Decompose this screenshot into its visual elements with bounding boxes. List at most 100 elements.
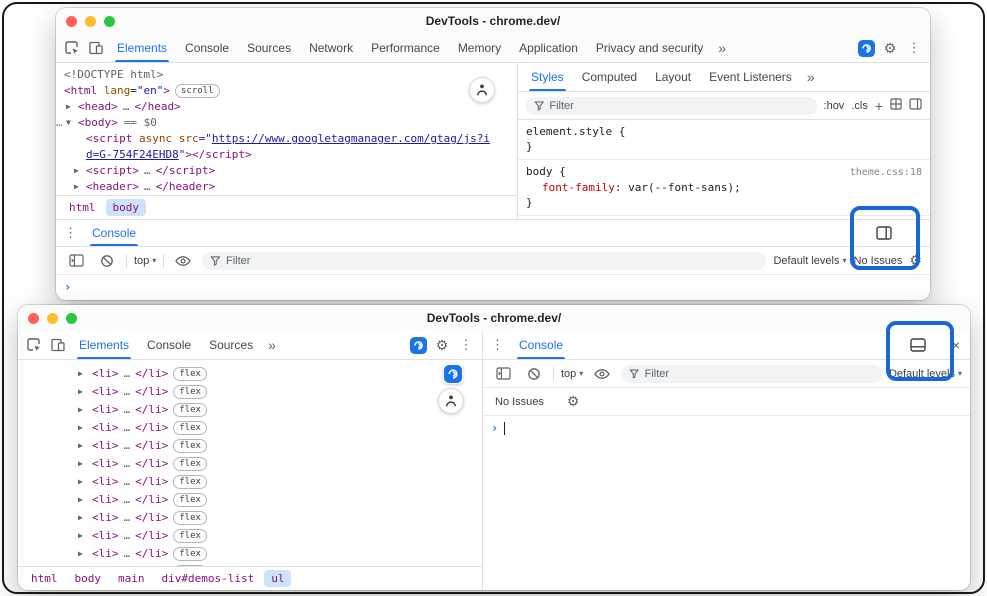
more-tabs-icon[interactable]: » — [262, 337, 282, 353]
tab-memory[interactable]: Memory — [449, 34, 510, 62]
context-selector[interactable]: top▾ — [561, 368, 583, 380]
expand-arrow-icon[interactable]: ▶ — [78, 509, 92, 527]
breadcrumb-html[interactable]: html — [62, 199, 103, 216]
tab-console[interactable]: Console — [138, 331, 200, 359]
tree-line-script[interactable]: ▶<script>…</script> — [56, 163, 517, 179]
collapsed-content-ellipsis[interactable]: … — [124, 547, 131, 560]
collapsed-content-ellipsis[interactable]: … — [124, 403, 131, 416]
breadcrumb-body[interactable]: body — [68, 570, 109, 587]
collapsed-content-ellipsis[interactable]: … — [144, 164, 151, 177]
accessibility-icon[interactable] — [438, 388, 464, 414]
issues-counter[interactable]: No Issues — [854, 255, 903, 267]
flex-badge[interactable]: flex — [173, 529, 207, 543]
script-src-link[interactable]: https://www.googletagmanager.com/gtag/js… — [212, 132, 490, 145]
drawer-overflow-menu-icon[interactable]: ⋮ — [64, 225, 77, 241]
tree-line-li[interactable]: ▶<li>…</li>flex — [18, 383, 482, 401]
breadcrumb-main[interactable]: main — [111, 570, 152, 587]
collapsed-content-ellipsis[interactable]: … — [124, 439, 131, 452]
more-tabs-icon[interactable]: » — [712, 40, 732, 56]
css-property-name[interactable]: font-family — [542, 181, 615, 194]
tab-console-drawer[interactable]: Console — [83, 220, 145, 246]
expand-arrow-icon[interactable]: ▶ — [66, 99, 78, 115]
inspect-icon[interactable] — [60, 36, 84, 60]
expand-arrow-icon[interactable]: ▶ — [78, 419, 92, 437]
tree-line-li[interactable]: ▶<li>…</li>flex — [18, 491, 482, 509]
overflow-menu-icon[interactable]: ⋮ — [902, 36, 926, 60]
scroll-badge[interactable]: scroll — [175, 84, 220, 98]
expand-arrow-icon[interactable]: ▶ — [78, 545, 92, 563]
grid-editor-icon[interactable] — [890, 97, 902, 115]
collapse-arrow-icon[interactable]: ▼ — [66, 115, 78, 131]
expand-arrow-icon[interactable]: ▶ — [78, 491, 92, 509]
tree-line-body[interactable]: …▼<body>== $0 — [56, 115, 517, 131]
expand-arrow-icon[interactable]: ▶ — [78, 383, 92, 401]
devtools-logo-icon[interactable] — [406, 333, 430, 357]
device-toolbar-icon[interactable] — [84, 36, 108, 60]
element-state-button[interactable]: :hov — [824, 100, 845, 112]
css-property-value[interactable]: : var(--font-sans); — [615, 181, 741, 194]
panel-overflow-menu-icon[interactable]: ⋮ — [491, 337, 504, 353]
tree-line-li[interactable]: ▶<li>…</li>flex — [18, 473, 482, 491]
tree-line-li[interactable]: ▶<li>…</li>flex — [18, 527, 482, 545]
tree-line-html[interactable]: <html lang="en">scroll — [56, 83, 517, 99]
tab-layout[interactable]: Layout — [646, 63, 700, 91]
inspect-icon[interactable] — [22, 333, 46, 357]
script-src-link[interactable]: d=G-754F24EHD8 — [86, 148, 179, 161]
expand-arrow-icon[interactable]: ▶ — [78, 563, 92, 566]
breadcrumb-html[interactable]: html — [24, 570, 65, 587]
collapsed-content-ellipsis[interactable]: … — [124, 565, 131, 566]
flex-badge[interactable]: flex — [173, 565, 207, 566]
console-sidebar-icon[interactable] — [64, 249, 88, 273]
log-levels-dropdown[interactable]: Default levels▾ — [773, 255, 846, 267]
rule-source-link[interactable]: theme.css:18 — [850, 165, 922, 180]
console-sidebar-icon[interactable] — [491, 362, 515, 386]
context-selector[interactable]: top▾ — [134, 255, 156, 267]
expand-arrow-icon[interactable]: ▶ — [74, 163, 86, 179]
tree-line-gtag-script-1[interactable]: <script async src="https://www.googletag… — [56, 131, 517, 147]
tree-line-doctype[interactable]: <!DOCTYPE html> — [56, 67, 517, 83]
tab-performance[interactable]: Performance — [362, 34, 449, 62]
css-declaration[interactable]: font-family: var(--font-sans); — [526, 180, 922, 195]
dock-to-right-icon[interactable] — [872, 221, 896, 245]
flex-badge[interactable]: flex — [173, 403, 207, 417]
tab-sources[interactable]: Sources — [238, 34, 300, 62]
flex-badge[interactable]: flex — [173, 475, 207, 489]
expand-arrow-icon[interactable]: ▶ — [78, 473, 92, 491]
settings-gear-icon[interactable]: ⚙ — [430, 333, 454, 357]
clear-console-icon[interactable] — [522, 362, 546, 386]
collapsed-content-ellipsis[interactable]: … — [123, 100, 130, 113]
collapsed-content-ellipsis[interactable]: … — [124, 529, 131, 542]
console-settings-gear-icon[interactable]: ⚙ — [909, 252, 922, 269]
device-toolbar-icon[interactable] — [46, 333, 70, 357]
tab-console-panel[interactable]: Console — [510, 331, 572, 359]
screencast-icon[interactable] — [443, 364, 463, 384]
console-filter-input[interactable] — [226, 255, 758, 267]
tab-console[interactable]: Console — [176, 34, 238, 62]
tree-line-li[interactable]: ▶<li>…</li>flex — [18, 455, 482, 473]
dock-to-bottom-icon[interactable] — [906, 333, 930, 357]
breadcrumb-ul[interactable]: ul — [264, 570, 291, 587]
tree-line-li[interactable]: ▶<li>…</li>flex — [18, 437, 482, 455]
flex-badge[interactable]: flex — [173, 439, 207, 453]
flex-badge[interactable]: flex — [173, 367, 207, 381]
flex-badge[interactable]: flex — [173, 421, 207, 435]
log-levels-dropdown[interactable]: Default levels▾ — [889, 368, 962, 380]
expand-arrow-icon[interactable]: ▶ — [78, 401, 92, 419]
class-toggle-button[interactable]: .cls — [851, 100, 868, 112]
collapsed-content-ellipsis[interactable]: … — [124, 493, 131, 506]
styles-filter-input[interactable] — [549, 100, 808, 112]
tree-line-gtag-script-2[interactable]: d=G-754F24EHD8"></script> — [56, 147, 517, 163]
new-style-rule-button[interactable]: + — [875, 99, 883, 113]
node-menu-icon[interactable]: … — [56, 115, 66, 131]
settings-gear-icon[interactable]: ⚙ — [878, 36, 902, 60]
tab-network[interactable]: Network — [300, 34, 362, 62]
expand-arrow-icon[interactable]: ▶ — [78, 527, 92, 545]
expand-arrow-icon[interactable]: ▶ — [78, 437, 92, 455]
style-rule-body-theme18[interactable]: body {theme.css:18 font-family: var(--fo… — [518, 160, 930, 216]
flex-badge[interactable]: flex — [173, 511, 207, 525]
tree-line-header[interactable]: ▶<header>…</header> — [56, 179, 517, 195]
breadcrumb-div-demos-list[interactable]: div#demos-list — [155, 570, 262, 587]
live-expression-eye-icon[interactable] — [171, 249, 195, 273]
accessibility-icon[interactable] — [469, 77, 495, 103]
tree-line-li[interactable]: ▶<li>…</li>flex — [18, 509, 482, 527]
